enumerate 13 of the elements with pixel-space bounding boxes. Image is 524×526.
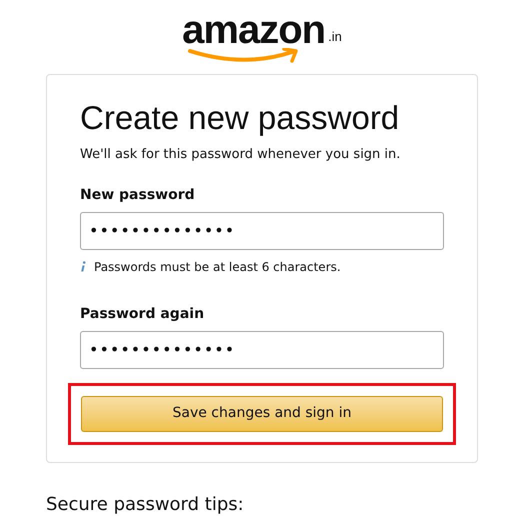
field-label: Password again: [80, 304, 206, 324]
subtitle: We'll ask for this password whenever you sign in.: [80, 146, 402, 164]
tips-heading: Secure password tips:: [46, 493, 245, 517]
field-label: New password: [80, 186, 196, 204]
password-field[interactable]: ••••••••••••••: [80, 330, 444, 368]
password-field[interactable]: ••••••••••••••: [80, 212, 444, 250]
logo-suffix: .in: [328, 28, 342, 46]
logo-wordmark: amazon: [182, 8, 326, 52]
info-icon: [80, 260, 86, 272]
page-title: Create new password: [80, 98, 400, 138]
save-button[interactable]: Save changes and sign in: [81, 396, 443, 432]
smile-arrow-icon: [188, 48, 300, 64]
hint-text: Passwords must be at least 6 characters.: [94, 258, 341, 276]
